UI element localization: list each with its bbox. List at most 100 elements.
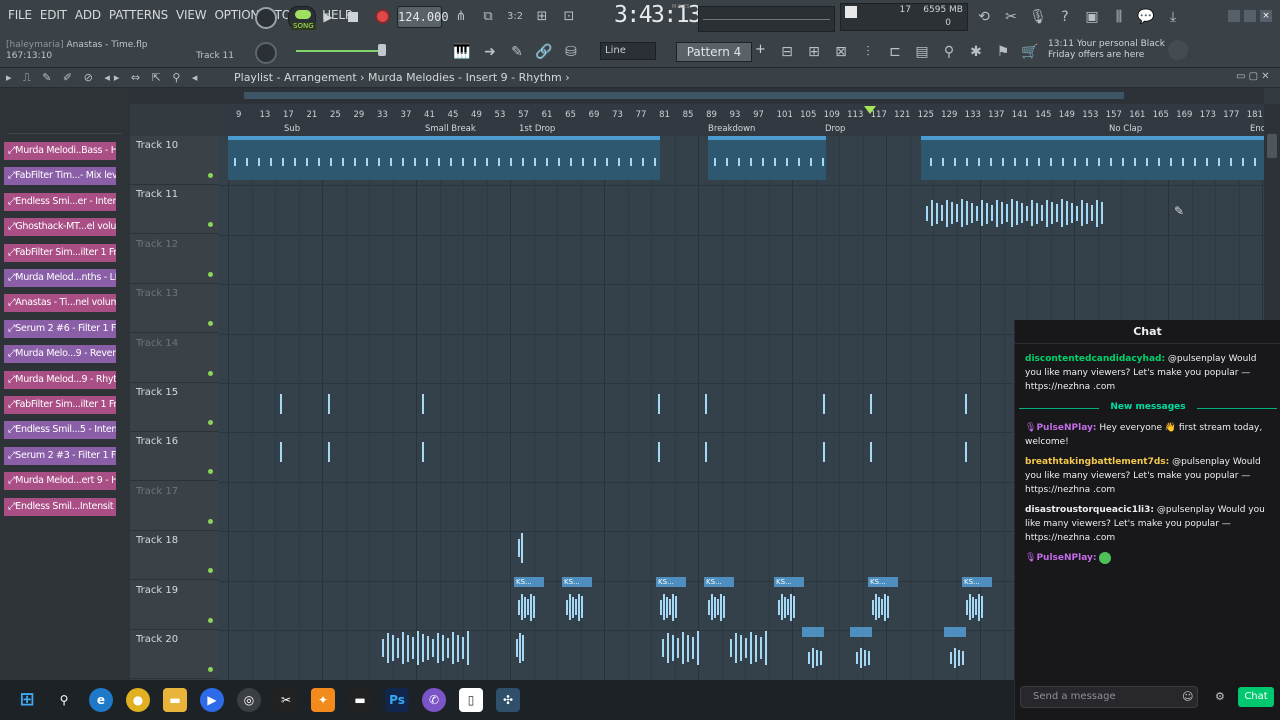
- track-mute-led[interactable]: [208, 321, 213, 327]
- vertical-scrollbar[interactable]: [1264, 104, 1280, 320]
- zoom-icon[interactable]: ▶: [200, 688, 224, 712]
- track-mute-led[interactable]: [208, 420, 213, 425]
- automation-clip-item[interactable]: ⤢Murda Melodi..Bass - HPF: [4, 142, 116, 160]
- plugin-icon[interactable]: ▤: [910, 40, 934, 64]
- track-header[interactable]: Track 19: [130, 581, 218, 630]
- automation-clip-item[interactable]: ⤢FabFilter Tim...- Mix level: [4, 167, 116, 186]
- song-marker[interactable]: Small Break: [425, 124, 476, 134]
- piano-icon[interactable]: 🎹: [450, 40, 474, 64]
- record-button[interactable]: [375, 9, 390, 24]
- menu-add[interactable]: ADD: [71, 8, 105, 22]
- user-avatar[interactable]: [1168, 40, 1188, 60]
- scissors-icon[interactable]: ✂: [999, 5, 1023, 29]
- track-header[interactable]: Track 15: [130, 383, 218, 432]
- main-volume-knob[interactable]: [255, 42, 277, 64]
- close-icon[interactable]: ×: [1260, 10, 1272, 22]
- stamp-icon[interactable]: ⛁: [559, 40, 583, 64]
- piano-roll-icon[interactable]: ⊠: [829, 40, 853, 64]
- chrome-icon[interactable]: ●: [126, 688, 150, 712]
- microphone-icon[interactable]: 🎙: [1026, 5, 1050, 29]
- playlist-icon[interactable]: ⊟: [775, 40, 799, 64]
- song-marker[interactable]: Sub: [284, 124, 300, 134]
- metronome-icon[interactable]: ⋔: [450, 6, 472, 28]
- tools-icon[interactable]: ⚲: [937, 40, 961, 64]
- save-icon[interactable]: ▣: [1080, 5, 1104, 29]
- scrollbar-thumb[interactable]: [1267, 134, 1277, 158]
- mixer-view-icon[interactable]: ⫶: [856, 40, 880, 64]
- emoji-icon[interactable]: ☺: [1182, 690, 1194, 703]
- wrench-icon[interactable]: ✱: [964, 40, 988, 64]
- song-marker[interactable]: 1st Drop: [519, 124, 555, 134]
- menu-file[interactable]: FILE: [4, 8, 36, 22]
- brush-icon[interactable]: ✎: [505, 40, 529, 64]
- obs-icon[interactable]: ◎: [237, 688, 261, 712]
- automation-clip-item[interactable]: ⤢FabFilter Sim...ilter 1 Freq: [4, 243, 116, 262]
- notes-icon[interactable]: ▯: [459, 688, 483, 712]
- menu-patterns[interactable]: PATTERNS: [105, 8, 172, 22]
- add-pattern-icon[interactable]: +: [755, 42, 769, 62]
- track-header[interactable]: Track 11: [130, 185, 218, 235]
- track-header[interactable]: Track 20: [130, 630, 218, 679]
- track-mute-led[interactable]: [208, 469, 213, 475]
- automation-clip-item[interactable]: ⤢Murda Melod...9 - Rhythm: [4, 370, 116, 389]
- channel-rack-icon[interactable]: ⊞: [802, 40, 826, 64]
- windows-start-icon[interactable]: ⊞: [15, 688, 39, 712]
- help-icon[interactable]: ?: [1053, 5, 1077, 29]
- pattern-selector[interactable]: Pattern 4: [676, 42, 752, 62]
- master-pitch-knob[interactable]: [255, 7, 277, 29]
- automation-clip-item[interactable]: ⤢Serum 2 #3 - Filter 1 Freq: [4, 446, 116, 465]
- chat-bubble-icon[interactable]: 💬: [1134, 5, 1158, 29]
- song-marker[interactable]: Drop: [825, 124, 845, 134]
- automation-clip-item[interactable]: ⤢Murda Melod...ert 9 - HPF: [4, 472, 116, 491]
- track-header[interactable]: Track 17: [130, 482, 218, 531]
- automation-clip-header[interactable]: [850, 627, 872, 637]
- track-mute-led[interactable]: [208, 568, 213, 574]
- playlist-tools[interactable]: ▸ ⎍ ✎ ✐ ⊘ ◂▸ ⇔ ⇱ ⚲ ◂: [6, 71, 206, 85]
- chat-send-button[interactable]: Chat: [1238, 687, 1274, 707]
- track-header[interactable]: Track 10: [130, 136, 218, 185]
- automation-clip-item[interactable]: ⤢Serum 2 #6 - Filter 1 Freq: [4, 319, 116, 338]
- pattern-clip[interactable]: [921, 136, 1264, 180]
- settings-gear-icon[interactable]: ⚙: [1215, 690, 1227, 703]
- ks-clip-label[interactable]: KS...: [704, 577, 734, 587]
- automation-clip-item[interactable]: ⤢Anastas - Ti...nel volume: [4, 294, 116, 313]
- play-button[interactable]: ▶: [318, 6, 338, 28]
- automation-clip-item[interactable]: ⤢Ghosthack-MT...el volume: [4, 218, 116, 237]
- timeline-ruler[interactable]: 9 13 17 21 25 29 33 37 41 45 49 53 57 61 65 69 73 77 81 85 8…: [218, 104, 1266, 136]
- track-header[interactable]: Track 12: [130, 235, 218, 284]
- track-mute-led[interactable]: [208, 667, 213, 672]
- countdown-icon[interactable]: 3:2: [504, 6, 526, 28]
- menu-edit[interactable]: EDIT: [36, 8, 71, 22]
- song-mode-toggle[interactable]: SONG: [288, 6, 316, 30]
- automation-clip-item[interactable]: ⤢Murda Melod...nths - LPF: [4, 269, 116, 287]
- song-marker[interactable]: Breakdown: [708, 124, 755, 134]
- menu-view[interactable]: VIEW: [172, 8, 210, 22]
- track-header[interactable]: Track 16: [130, 432, 218, 482]
- ks-clip-label[interactable]: KS...: [962, 577, 992, 587]
- undo-icon[interactable]: ⟲: [972, 5, 996, 29]
- stop-button[interactable]: [348, 12, 358, 22]
- flag-icon[interactable]: ⚑: [991, 40, 1015, 64]
- link-icon[interactable]: 🔗: [532, 40, 556, 64]
- track-mute-led[interactable]: [208, 271, 213, 277]
- step-edit-icon[interactable]: ⊞: [531, 6, 553, 28]
- automation-clip-item[interactable]: ⤢FabFilter Sim...ilter 1 Freq: [4, 396, 116, 414]
- snap-selector[interactable]: Line: [600, 42, 656, 60]
- automation-clip-header[interactable]: [802, 627, 824, 637]
- file-explorer-icon[interactable]: ▬: [163, 688, 187, 712]
- track-mute-led[interactable]: [208, 518, 213, 524]
- automation-clip-item[interactable]: ⤢Endless Smi...er - Intensit: [4, 192, 116, 211]
- master-volume-handle[interactable]: [378, 44, 386, 56]
- track-mute-led[interactable]: [208, 173, 213, 178]
- fl-studio-icon[interactable]: ✦: [311, 688, 335, 712]
- track-mute-led[interactable]: [208, 370, 213, 376]
- automation-clip-item[interactable]: ⤢Endless Smil...Intensit #2: [4, 497, 116, 516]
- loop-record-icon[interactable]: ⊡: [558, 6, 580, 28]
- automation-clip-item[interactable]: ⤢Murda Melo...9 - Reverse: [4, 345, 116, 364]
- cart-icon[interactable]: 🛒: [1018, 40, 1042, 64]
- mixer-icon[interactable]: ⫼: [1107, 5, 1131, 29]
- playhead-marker[interactable]: [864, 106, 876, 114]
- master-volume-slider[interactable]: [296, 50, 386, 52]
- track-header[interactable]: Track 13: [130, 284, 218, 334]
- window-controls[interactable]: ▭ ▢ ✕: [1236, 71, 1276, 82]
